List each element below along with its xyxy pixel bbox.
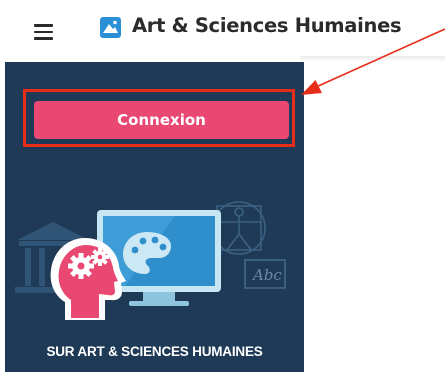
top-bar-shadow bbox=[300, 56, 445, 62]
top-bar: Art & Sciences Humaines bbox=[0, 0, 445, 62]
annotation-highlight-box bbox=[23, 89, 295, 147]
app-logo-icon bbox=[100, 17, 121, 38]
text-frame-icon: Abc bbox=[244, 259, 286, 289]
sidebar-footer-label[interactable]: SUR ART & SCIENCES HUMAINES bbox=[5, 344, 304, 359]
illustration-text: Abc bbox=[251, 266, 282, 284]
app-title[interactable]: Art & Sciences Humaines bbox=[132, 14, 402, 37]
hamburger-menu-icon[interactable] bbox=[34, 24, 53, 40]
humanities-illustration: Abc bbox=[15, 201, 286, 320]
